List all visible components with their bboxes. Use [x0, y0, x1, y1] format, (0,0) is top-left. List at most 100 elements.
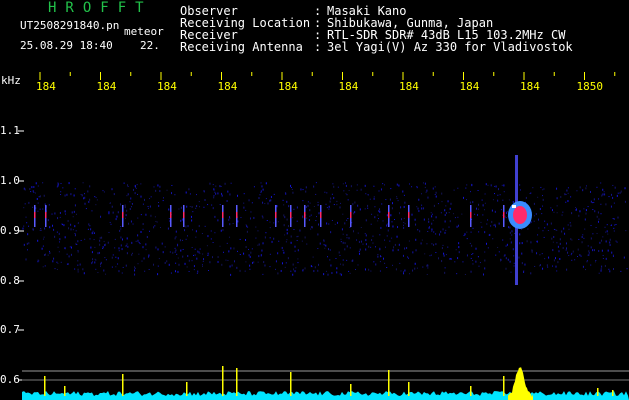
- noise-pixel: [204, 225, 206, 227]
- noise-pixel: [159, 185, 161, 188]
- noise-pixel: [354, 201, 356, 204]
- noise-pixel: [287, 225, 289, 228]
- noise-pixel: [472, 263, 474, 265]
- noise-pixel: [116, 215, 118, 218]
- noise-pixel: [150, 214, 152, 217]
- noise-pixel: [600, 268, 602, 270]
- noise-pixel: [120, 226, 122, 228]
- noise-pixel: [155, 189, 157, 192]
- noise-pixel: [248, 199, 250, 202]
- noise-pixel: [425, 191, 427, 193]
- noise-pixel: [313, 185, 315, 188]
- noise-pixel: [246, 230, 248, 233]
- noise-pixel: [353, 212, 355, 215]
- noise-pixel: [342, 259, 344, 261]
- noise-pixel: [553, 211, 555, 213]
- noise-pixel: [474, 213, 476, 215]
- noise-pixel: [260, 190, 262, 193]
- noise-pixel: [407, 256, 409, 258]
- noise-pixel: [126, 237, 128, 240]
- noise-pixel: [612, 184, 614, 186]
- noise-pixel: [596, 232, 598, 234]
- noise-pixel: [77, 260, 79, 262]
- noise-pixel: [215, 185, 217, 187]
- noise-pixel: [87, 190, 89, 193]
- noise-pixel: [154, 216, 156, 218]
- noise-pixel: [147, 207, 149, 209]
- noise-pixel: [373, 197, 375, 200]
- noise-pixel: [318, 212, 320, 215]
- noise-pixel: [170, 272, 172, 274]
- noise-pixel: [434, 193, 436, 195]
- noise-pixel: [245, 224, 247, 226]
- noise-pixel: [175, 236, 177, 238]
- noise-pixel: [574, 259, 576, 261]
- noise-pixel: [597, 211, 599, 214]
- noise-pixel: [118, 250, 120, 252]
- noise-pixel: [487, 184, 489, 186]
- noise-pixel: [111, 266, 113, 268]
- noise-pixel: [494, 210, 496, 213]
- noise-pixel: [68, 255, 70, 258]
- noise-pixel: [619, 192, 621, 195]
- datetime: 25.08.29 18:40: [20, 39, 113, 52]
- noise-pixel: [602, 254, 604, 256]
- noise-pixel: [339, 206, 341, 209]
- noise-pixel: [444, 267, 446, 269]
- x-tick-label: 1850: [576, 80, 604, 93]
- noise-pixel: [262, 201, 264, 204]
- noise-pixel: [269, 237, 271, 239]
- noise-pixel: [293, 228, 295, 230]
- noise-pixel: [597, 220, 599, 223]
- noise-pixel: [203, 190, 205, 192]
- noise-pixel: [397, 249, 399, 252]
- noise-pixel: [544, 258, 546, 260]
- noise-pixel: [566, 189, 568, 192]
- noise-pixel: [427, 267, 429, 269]
- noise-pixel: [340, 241, 342, 243]
- noise-pixel: [175, 249, 177, 252]
- noise-pixel: [577, 248, 579, 251]
- noise-pixel: [115, 256, 117, 258]
- noise-pixel: [180, 250, 182, 252]
- noise-pixel: [33, 191, 35, 193]
- noise-pixel: [530, 241, 532, 244]
- noise-pixel: [571, 259, 573, 261]
- noise-pixel: [229, 216, 231, 219]
- noise-pixel: [288, 205, 290, 208]
- noise-pixel: [49, 226, 51, 229]
- x-tick-label: 184: [520, 80, 540, 93]
- noise-pixel: [344, 242, 346, 245]
- noise-pixel: [186, 266, 188, 268]
- noise-pixel: [435, 233, 437, 235]
- noise-pixel: [316, 216, 318, 218]
- noise-pixel: [457, 216, 459, 218]
- noise-pixel: [519, 189, 521, 191]
- noise-pixel: [324, 191, 326, 193]
- noise-pixel: [225, 259, 227, 261]
- noise-pixel: [354, 211, 356, 214]
- noise-pixel: [530, 272, 532, 275]
- noise-pixel: [422, 182, 424, 184]
- noise-pixel: [188, 270, 190, 272]
- noise-pixel: [598, 272, 600, 274]
- noise-pixel: [253, 216, 255, 219]
- noise-pixel: [484, 251, 486, 253]
- noise-pixel: [212, 184, 214, 186]
- noise-pixel: [565, 242, 567, 245]
- noise-pixel: [327, 273, 329, 276]
- noise-pixel: [207, 204, 209, 206]
- noise-pixel: [595, 260, 597, 262]
- noise-pixel: [181, 218, 183, 221]
- noise-pixel: [328, 223, 330, 225]
- noise-pixel: [612, 267, 614, 270]
- noise-pixel: [112, 254, 114, 256]
- noise-pixel: [409, 273, 411, 275]
- noise-pixel: [536, 240, 538, 242]
- noise-pixel: [384, 239, 386, 241]
- sep-3: :: [314, 40, 322, 54]
- noise-pixel: [587, 206, 589, 208]
- noise-pixel: [36, 197, 38, 200]
- noise-pixel: [54, 212, 56, 215]
- noise-pixel: [475, 260, 477, 263]
